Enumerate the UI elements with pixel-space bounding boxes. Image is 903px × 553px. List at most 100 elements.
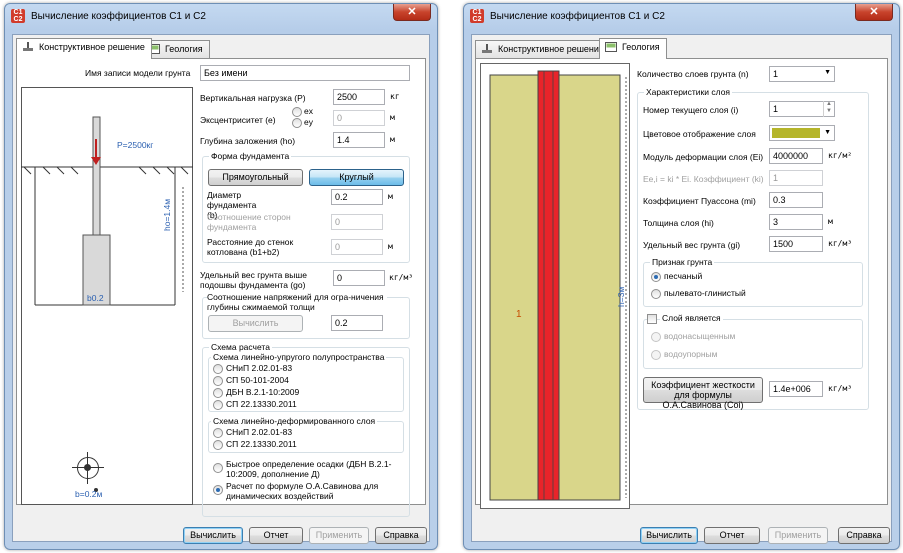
thickness-label: Толщина слоя (hi) xyxy=(643,218,714,228)
shape-rect-button[interactable]: Прямоугольный xyxy=(208,169,303,186)
model-name-label: Имя записи модели грунта xyxy=(85,68,191,78)
savinov-radio[interactable] xyxy=(213,485,223,495)
half-space-option-radio[interactable] xyxy=(213,364,223,374)
close-button[interactable]: ✕ xyxy=(393,4,431,21)
current-layer-spinner[interactable]: ▲ ▼ xyxy=(823,101,834,117)
calc-stress-button[interactable]: Вычислить xyxy=(208,315,303,332)
layer-thickness-label: h=3м xyxy=(616,286,626,307)
current-layer-value: 1 xyxy=(773,104,779,114)
poisson-field[interactable]: 0.3 xyxy=(769,192,823,208)
thickness-field[interactable]: 3 xyxy=(769,214,823,230)
ecc-ex-label: ex xyxy=(304,106,313,116)
pit-distance-field[interactable]: 0 xyxy=(331,239,383,255)
soil-sand-radio[interactable] xyxy=(651,272,661,282)
aquiclude-label: водоупорным xyxy=(664,349,718,359)
unit-weight-field[interactable]: 0 xyxy=(333,270,385,286)
foundation-diagram xyxy=(21,87,193,505)
layers-count-label: Количество слоев грунта (n) xyxy=(637,69,749,79)
eccentricity-label: Эксцентриситет (e) xyxy=(200,115,276,125)
help-button[interactable]: Справка xyxy=(838,527,890,544)
title-bar[interactable]: C1 C2 Вычисление коэффициентов С1 и С2 ✕ xyxy=(5,4,437,30)
water-saturated-radio[interactable] xyxy=(651,332,661,342)
fast-settlement-radio[interactable] xyxy=(213,463,223,473)
title-bar[interactable]: C1 C2 Вычисление коэффициентов С1 и С2 ✕ xyxy=(464,4,899,30)
help-button[interactable]: Справка xyxy=(375,527,427,544)
report-button[interactable]: Отчет xyxy=(249,527,303,544)
app-icon: C1 C2 xyxy=(11,9,25,23)
close-button[interactable]: ✕ xyxy=(855,4,893,21)
half-space-option-label: СП 50-101-2004 xyxy=(226,375,289,385)
calculate-button[interactable]: Вычислить xyxy=(183,527,243,544)
pit-distance-unit: м xyxy=(388,242,393,251)
savinov-coef-button[interactable]: Коэффициент жесткости для формулы О.А.Са… xyxy=(643,377,763,410)
layer-option-label: СНиП 2.02.01-83 xyxy=(226,427,293,437)
eccentricity-unit: м xyxy=(390,113,395,122)
half-space-option-radio[interactable] xyxy=(213,388,223,398)
eccentricity-field[interactable]: 0 xyxy=(333,110,385,126)
tab-construction[interactable]: Конструктивное решение xyxy=(475,40,611,58)
tab-geology[interactable]: Геология xyxy=(142,40,210,58)
ecc-ey-radio[interactable] xyxy=(292,118,302,128)
tab-label: Геология xyxy=(622,42,660,52)
window-title: Вычисление коэффициентов С1 и С2 xyxy=(31,11,206,22)
circle-foundation-icon xyxy=(72,452,104,484)
unit-weight-field[interactable]: 1500 xyxy=(769,236,823,252)
modulus-label: Модуль деформации слоя (Ei) xyxy=(643,152,764,162)
soil-layer-diagram xyxy=(480,63,630,509)
layer-option-label: СП 22.13330.2011 xyxy=(226,439,297,449)
layer-props-title: Характеристики слоя xyxy=(644,87,733,97)
depth-label: Глубина заложения (ho) xyxy=(200,136,296,146)
depth-field[interactable]: 1.4 xyxy=(333,132,385,148)
current-layer-label: Номер текущего слоя (i) xyxy=(643,105,739,115)
vertical-load-unit: кг xyxy=(390,92,400,101)
stress-ratio-field[interactable]: 0.2 xyxy=(331,315,383,331)
savinov-coef-unit: кг/м³ xyxy=(828,384,853,393)
calculate-button[interactable]: Вычислить xyxy=(640,527,698,544)
construction-panel: Имя записи модели грунта Без имени P=250… xyxy=(16,58,426,517)
unit-weight-label: Удельный вес грунта (gi) xyxy=(643,240,741,250)
layer-option-radio[interactable] xyxy=(213,428,223,438)
half-space-option-radio[interactable] xyxy=(213,400,223,410)
tab-construction[interactable]: Конструктивное решение xyxy=(16,38,152,59)
model-name-field[interactable]: Без имени xyxy=(200,65,410,81)
layer-is-checkbox[interactable] xyxy=(647,314,657,324)
layer-color-picker[interactable]: ▼ xyxy=(769,125,835,141)
tab-label: Конструктивное решение xyxy=(39,42,145,52)
diameter-unit: м xyxy=(388,192,393,201)
shape-round-button[interactable]: Круглый xyxy=(309,169,404,186)
apply-button[interactable]: Применить xyxy=(309,527,369,544)
coef-label: Ee,i = ki * Ei. Коэффициент (ki) xyxy=(643,174,764,184)
modulus-unit: кг/м² xyxy=(828,151,853,160)
half-space-option-radio[interactable] xyxy=(213,376,223,386)
coef-field[interactable]: 1 xyxy=(769,170,823,186)
layer-color-swatch xyxy=(772,128,820,138)
aquiclude-radio[interactable] xyxy=(651,350,661,360)
diameter-field[interactable]: 0.2 xyxy=(331,189,383,205)
report-button[interactable]: Отчет xyxy=(704,527,760,544)
layer-option-radio[interactable] xyxy=(213,440,223,450)
sides-ratio-field[interactable]: 0 xyxy=(331,214,383,230)
geology-panel: 1 h=3м Количество слоев грунта (n) 1 ▼ Х… xyxy=(475,58,888,509)
apply-button[interactable]: Применить xyxy=(768,527,828,544)
foundation-shape-title: Форма фундамента xyxy=(209,151,292,161)
spin-down-icon[interactable]: ▼ xyxy=(824,108,834,115)
sides-ratio-label: Соотношение сторон фундамента xyxy=(207,212,291,232)
tab-geology[interactable]: Геология xyxy=(599,38,667,59)
ecc-ex-radio[interactable] xyxy=(292,107,302,117)
modulus-field[interactable]: 4000000 xyxy=(769,148,823,164)
layers-count-select[interactable]: 1 ▼ xyxy=(769,66,835,82)
stress-ratio-title: Соотношение напряжений для огра-ничения … xyxy=(207,292,387,312)
fast-settlement-label: Быстрое определение осадки (ДБН В.2.1-10… xyxy=(226,459,392,479)
left-dialog-window: C1 C2 Вычисление коэффициентов С1 и С2 ✕… xyxy=(4,3,438,550)
unit-weight-unit: кг/м³ xyxy=(828,239,853,248)
ecc-ey-label: ey xyxy=(304,117,313,127)
savinov-coef-field[interactable]: 1.4e+006 xyxy=(769,381,823,397)
spin-up-icon[interactable]: ▲ xyxy=(824,101,834,108)
vertical-load-field[interactable]: 2500 xyxy=(333,89,385,105)
half-space-option-label: СНиП 2.02.01-83 xyxy=(226,363,293,373)
thickness-unit: м xyxy=(828,217,833,226)
soil-type-title: Признак грунта xyxy=(650,257,715,267)
soil-clay-radio[interactable] xyxy=(651,289,661,299)
tab-label: Конструктивное решение xyxy=(498,44,604,54)
water-saturated-label: водонасыщенным xyxy=(664,331,736,341)
